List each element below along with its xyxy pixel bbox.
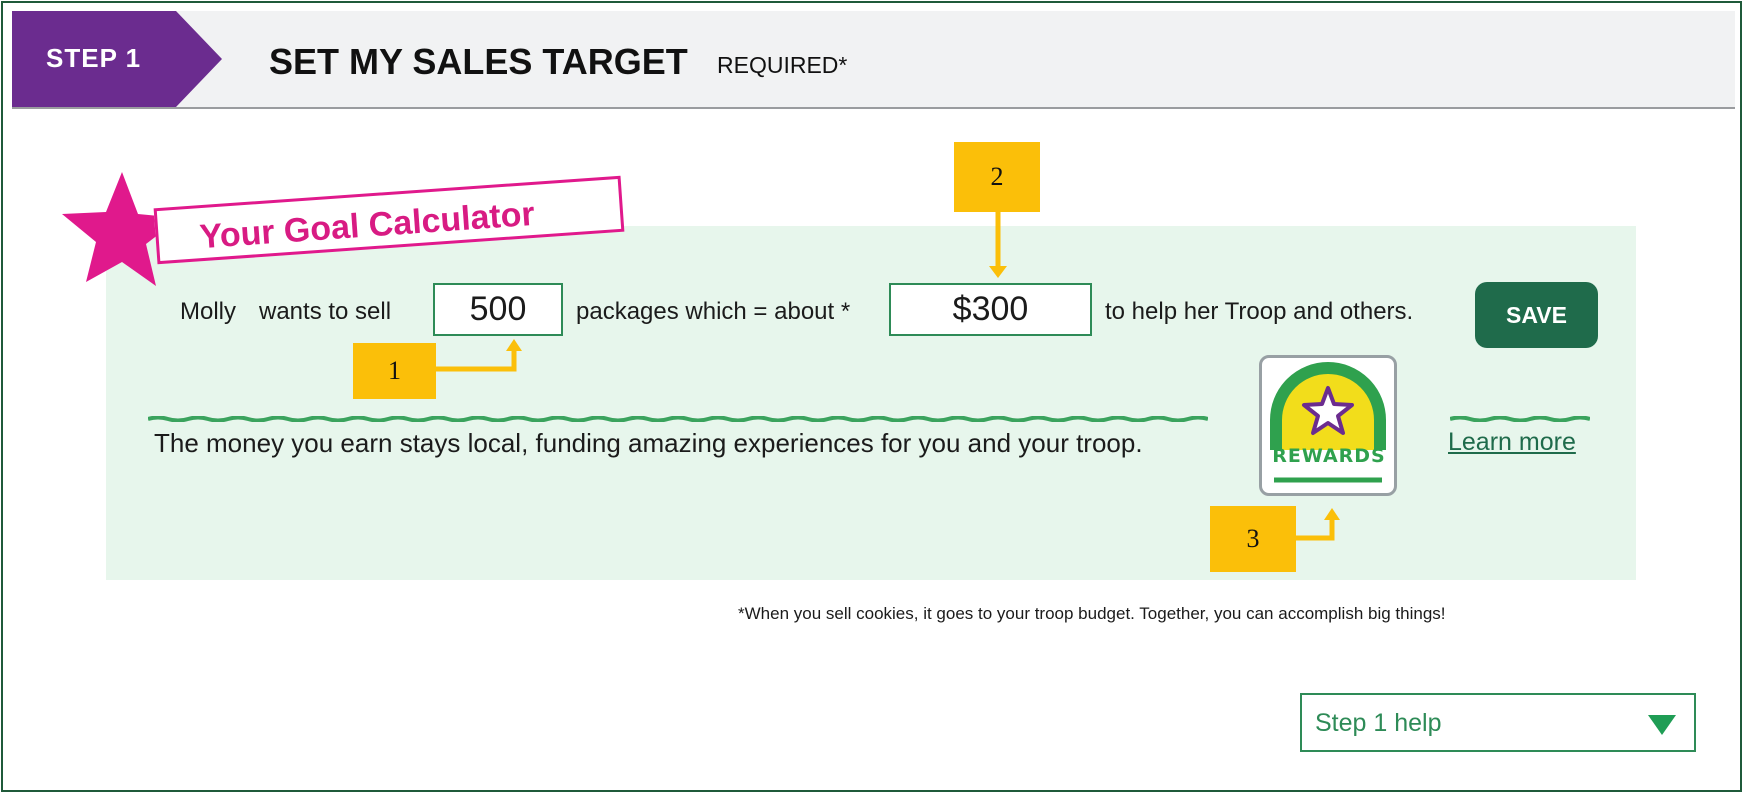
chevron-down-icon[interactable] — [1648, 715, 1676, 735]
rewards-label: REWARDS — [1272, 445, 1386, 467]
callout-3: 3 — [1210, 506, 1296, 572]
amount-field: $300 — [889, 283, 1092, 336]
callout-arrow-3 — [1294, 508, 1340, 541]
goal-calculator-panel — [106, 226, 1636, 580]
step-help-dropdown[interactable]: Step 1 help — [1300, 693, 1696, 752]
packages-which-label: packages which = about * — [576, 298, 851, 325]
rewards-badge[interactable]: REWARDS — [1259, 355, 1397, 496]
help-troop-label: to help her Troop and others. — [1105, 298, 1414, 325]
step-badge: STEP 1 — [12, 11, 222, 107]
divider-squiggle-short — [1450, 416, 1590, 422]
packages-input[interactable]: 500 — [433, 283, 563, 336]
divider-squiggle — [148, 416, 1208, 422]
footnote-text: *When you sell cookies, it goes to your … — [738, 604, 1446, 623]
step-header: STEP 1 SET MY SALES TARGET REQUIRED* — [12, 11, 1735, 109]
save-button[interactable]: SAVE — [1475, 282, 1598, 348]
step-title: SET MY SALES TARGET — [269, 41, 688, 82]
seller-name: Molly — [180, 298, 237, 325]
wants-to-sell-label: wants to sell — [259, 298, 392, 325]
money-stays-local-text: The money you earn stays local, funding … — [154, 428, 1143, 458]
learn-more-link[interactable]: Learn more — [1448, 428, 1576, 457]
required-label: REQUIRED* — [717, 52, 848, 78]
rewards-icon — [1270, 362, 1386, 483]
callout-arrow-2 — [989, 212, 1007, 278]
callout-arrow-1 — [436, 339, 522, 372]
callout-1: 1 — [353, 343, 436, 399]
callout-2: 2 — [954, 142, 1040, 212]
step-badge-label: STEP 1 — [46, 43, 142, 73]
step-help-selected: Step 1 help — [1315, 709, 1442, 737]
